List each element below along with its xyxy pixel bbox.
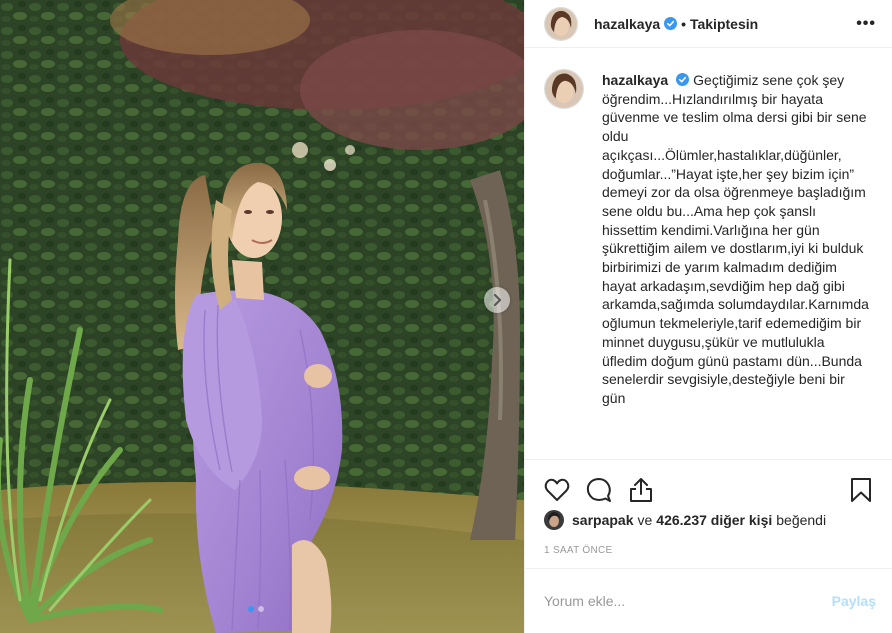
verified-badge-icon xyxy=(676,73,690,86)
likes-suffix: beğendi xyxy=(776,512,827,528)
comment-button[interactable] xyxy=(584,475,614,505)
post-header: hazalkaya • Takiptesin ••• xyxy=(525,0,892,48)
likes-conjunction: ve xyxy=(637,512,653,528)
post-detail-panel: hazalkaya • Takiptesin ••• hazalkaya Geçt… xyxy=(524,0,892,633)
profile-photo-icon xyxy=(544,510,564,530)
caption-comment: hazalkaya Geçtiğimiz sene çok şey öğrendi… xyxy=(544,69,876,408)
liker-avatar[interactable] xyxy=(544,510,564,530)
comment-input[interactable] xyxy=(544,593,804,609)
add-comment-bar: Paylaş xyxy=(525,568,892,633)
verified-badge-icon xyxy=(664,17,678,30)
caption-avatar[interactable] xyxy=(544,69,584,109)
share-upload-icon xyxy=(630,477,652,502)
post-timestamp[interactable]: 1 SAAT ÖNCE xyxy=(544,545,613,556)
liked-by-username[interactable]: sarpapak xyxy=(572,512,633,528)
heart-icon xyxy=(544,478,570,501)
carousel-dot xyxy=(258,606,264,612)
post-comment-button[interactable]: Paylaş xyxy=(832,593,876,609)
profile-photo-icon xyxy=(545,70,583,108)
like-button[interactable] xyxy=(542,475,572,505)
post-image xyxy=(0,0,524,633)
carousel-dot-active xyxy=(248,606,254,612)
next-photo-button[interactable] xyxy=(484,287,510,313)
avatar[interactable] xyxy=(544,6,578,41)
likes-summary: sarpapak ve 426.237 diğer kişi beğendi xyxy=(544,510,826,530)
caption-text-block: hazalkaya Geçtiğimiz sene çok şey öğrendi… xyxy=(602,71,872,408)
post-photo[interactable] xyxy=(0,0,524,633)
action-bar xyxy=(525,459,892,507)
profile-photo-icon xyxy=(545,7,577,40)
share-button[interactable] xyxy=(626,475,656,505)
save-button[interactable] xyxy=(846,475,876,505)
more-options-button[interactable]: ••• xyxy=(856,15,876,33)
caption-text: Geçtiğimiz sene çok şey öğrendim...Hızla… xyxy=(602,72,869,406)
follow-status[interactable]: • Takiptesin xyxy=(681,16,758,32)
header-username[interactable]: hazalkaya xyxy=(594,16,660,32)
carousel-indicator xyxy=(248,606,264,612)
bookmark-icon xyxy=(851,477,871,502)
comments-section[interactable]: hazalkaya Geçtiğimiz sene çok şey öğrendi… xyxy=(525,49,892,458)
likes-count[interactable]: 426.237 diğer kişi xyxy=(656,512,772,528)
chevron-right-icon xyxy=(494,294,501,306)
caption-username[interactable]: hazalkaya xyxy=(602,72,668,88)
comment-bubble-icon xyxy=(586,477,611,502)
